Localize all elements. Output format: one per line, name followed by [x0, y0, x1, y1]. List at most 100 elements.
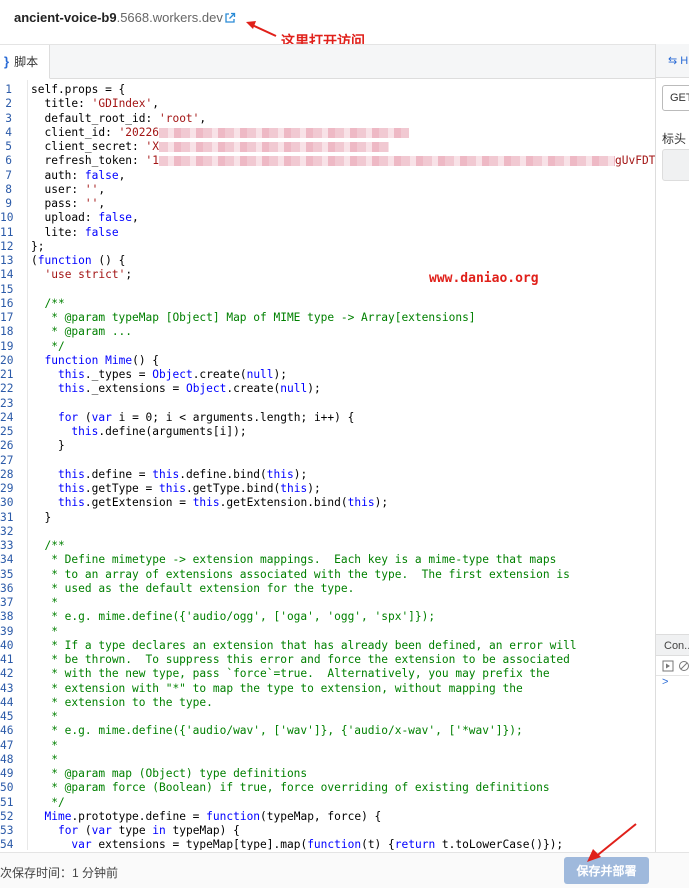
- line-number: 32: [0, 524, 14, 538]
- code-line[interactable]: 5 client_secret: 'X: [0, 140, 655, 154]
- redacted-text: [158, 127, 409, 138]
- annotation-watermark: www.daniao.org: [429, 271, 539, 286]
- code-line[interactable]: 45 *: [0, 710, 655, 724]
- code-line[interactable]: 28 this.define = this.define.bind(this);: [0, 468, 655, 482]
- code-text: lite: false: [31, 225, 119, 239]
- code-line[interactable]: 40 * If a type declares an extension tha…: [0, 639, 655, 653]
- worker-domain[interactable]: .5668.workers.dev: [117, 10, 223, 25]
- tab-script[interactable]: } 脚本: [0, 45, 50, 79]
- code-line[interactable]: 19 */: [0, 340, 655, 354]
- worker-name[interactable]: ancient-voice-b9: [14, 10, 117, 25]
- external-link-icon[interactable]: [224, 12, 236, 24]
- code-line[interactable]: 47 *: [0, 739, 655, 753]
- line-number: 10: [0, 211, 14, 225]
- code-line[interactable]: 44 * extension to the type.: [0, 696, 655, 710]
- line-number: 19: [0, 339, 14, 353]
- line-number: 29: [0, 482, 14, 495]
- code-brackets-icon: }: [4, 54, 10, 69]
- code-line[interactable]: 33 /**: [0, 539, 655, 553]
- code-line[interactable]: 42 * with the new type, pass `force`=tru…: [0, 667, 655, 681]
- code-text: *: [31, 710, 58, 723]
- line-number: 7: [5, 168, 12, 182]
- code-line[interactable]: 43 * extension with "*" to map the type …: [0, 682, 655, 696]
- code-line[interactable]: 29 this.getType = this.getType.bind(this…: [0, 482, 655, 496]
- code-line[interactable]: 37 *: [0, 596, 655, 610]
- line-number: 12: [0, 239, 14, 253]
- console-prompt[interactable]: >: [662, 676, 668, 688]
- console-filter-icon[interactable]: [678, 660, 689, 672]
- tab-console[interactable]: Con...: [656, 634, 689, 656]
- code-line[interactable]: 21 this._types = Object.create(null);: [0, 368, 655, 382]
- code-line[interactable]: 10 upload: false,: [0, 211, 655, 225]
- code-text: * be thrown. To suppress this error and …: [31, 653, 570, 666]
- annotation-arrow-icon: [246, 21, 277, 37]
- code-line[interactable]: 27: [0, 454, 655, 468]
- code-line[interactable]: 54 var extensions = typeMap[type].map(fu…: [0, 838, 655, 850]
- code-line[interactable]: 23: [0, 397, 655, 411]
- code-text: self.props = {: [31, 83, 126, 96]
- code-line[interactable]: 12};: [0, 240, 655, 254]
- code-line[interactable]: 8 user: '',: [0, 183, 655, 197]
- code-editor[interactable]: 1 self.props = {2 title: 'GDIndex', 3 defa…: [0, 80, 655, 850]
- line-number: 37: [0, 596, 14, 609]
- code-line[interactable]: 48 *: [0, 753, 655, 767]
- code-line[interactable]: 14 'use strict';: [0, 268, 655, 282]
- line-number: 4: [5, 125, 12, 139]
- code-line[interactable]: 39 *: [0, 625, 655, 639]
- code-line[interactable]: 30 this.getExtension = this.getExtension…: [0, 496, 655, 510]
- code-line[interactable]: 35 * to an array of extensions associate…: [0, 568, 655, 582]
- code-line[interactable]: 6 refresh_token: '1gUvFDTE(: [0, 154, 655, 168]
- code-line[interactable]: 16 /**: [0, 297, 655, 311]
- tab-http[interactable]: ⇆ H: [656, 44, 689, 78]
- line-number: 51: [0, 795, 14, 809]
- code-line[interactable]: 51 */: [0, 796, 655, 810]
- code-text: *: [31, 596, 58, 609]
- code-text: */: [31, 339, 65, 353]
- code-line[interactable]: 31 }: [0, 511, 655, 525]
- line-number: 2: [5, 97, 12, 111]
- code-line[interactable]: 46 * e.g. mime.define({'audio/wav', ['wa…: [0, 724, 655, 738]
- code-text: * @param ...: [31, 325, 133, 339]
- line-number: 31: [0, 510, 14, 524]
- code-line[interactable]: 20 function Mime() {: [0, 354, 655, 368]
- code-line[interactable]: 1 self.props = {: [0, 83, 655, 97]
- code-text: * @param typeMap [Object] Map of MIME ty…: [31, 311, 476, 324]
- code-line[interactable]: 2 title: 'GDIndex',: [0, 97, 655, 111]
- code-line[interactable]: 17 * @param typeMap [Object] Map of MIME…: [0, 311, 655, 325]
- code-line[interactable]: 7 auth: false,: [0, 169, 655, 183]
- code-line[interactable]: 36 * used as the default extension for t…: [0, 582, 655, 596]
- code-line[interactable]: 15: [0, 283, 655, 297]
- code-text: *: [31, 752, 58, 766]
- code-line[interactable]: 25 this.define(arguments[i]);: [0, 425, 655, 439]
- line-number: 46: [0, 724, 14, 738]
- line-number: 36: [0, 581, 14, 595]
- tab-http-label: H: [680, 55, 689, 67]
- code-line[interactable]: 34 * Define mimetype -> extension mappin…: [0, 553, 655, 567]
- code-line[interactable]: 4 client_id: '20226: [0, 126, 655, 140]
- code-line[interactable]: 41 * be thrown. To suppress this error a…: [0, 653, 655, 667]
- code-text: * with the new type, pass `force`=true. …: [31, 667, 550, 681]
- code-line[interactable]: 26 }: [0, 439, 655, 453]
- code-line[interactable]: 32: [0, 525, 655, 539]
- code-line[interactable]: 49 * @param map (Object) type definition…: [0, 767, 655, 781]
- redacted-text: [159, 156, 615, 167]
- line-number: 47: [0, 738, 14, 752]
- code-line[interactable]: 53 for (var type in typeMap) {: [0, 824, 655, 838]
- code-line[interactable]: 13 (function () {: [0, 254, 655, 268]
- code-line[interactable]: 11 lite: false: [0, 226, 655, 240]
- code-text: this._types = Object.create(null);: [57, 368, 288, 381]
- headers-input[interactable]: [662, 149, 689, 181]
- code-line[interactable]: 50 * @param force (Boolean) if true, for…: [0, 781, 655, 795]
- code-line[interactable]: 18 * @param ...: [0, 325, 655, 339]
- headers-label: 标头: [662, 132, 687, 146]
- code-line[interactable]: 3 default_root_id: 'root',: [0, 112, 655, 126]
- code-line[interactable]: 52 Mime.prototype.define = function(type…: [0, 810, 655, 824]
- code-line[interactable]: 38 * e.g. mime.define({'audio/ogg', ['og…: [0, 610, 655, 624]
- code-text: * If a type declares an extension that h…: [31, 638, 577, 652]
- worker-url[interactable]: ancient-voice-b9.5668.workers.dev: [14, 10, 223, 25]
- console-clear-icon[interactable]: [662, 660, 674, 672]
- code-line[interactable]: 9 pass: '',: [0, 197, 655, 211]
- code-line[interactable]: 24 for (var i = 0; i < arguments.length;…: [0, 411, 655, 425]
- code-line[interactable]: 22 this._extensions = Object.create(null…: [0, 382, 655, 396]
- http-method-select[interactable]: GET: [662, 85, 689, 111]
